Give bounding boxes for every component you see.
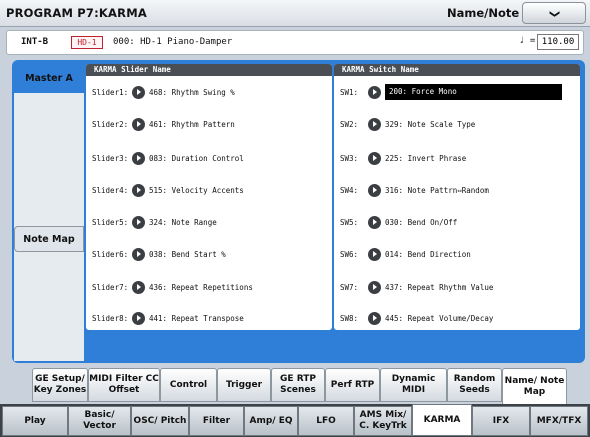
slider-label: Slider3: [92, 154, 129, 163]
program-name: 000: HD-1 Piano-Damper [113, 37, 233, 47]
slider-label: Slider2: [92, 120, 129, 129]
slider-value[interactable]: 436: Repeat Repetitions [149, 283, 253, 292]
switch-row: SW6: 014: Bend Direction [334, 246, 580, 264]
switch-row: SW5: 030: Bend On/Off [334, 214, 580, 232]
tab-amp-eq[interactable]: Amp/ EQ [244, 406, 298, 436]
tab-mfx-tfx[interactable]: MFX/TFX [530, 406, 588, 436]
tab-basic-vector[interactable]: Basic/ Vector [68, 406, 131, 436]
select-arrow-icon[interactable] [368, 118, 381, 131]
select-arrow-icon[interactable] [132, 216, 145, 229]
switch-value[interactable]: 329: Note Scale Type [385, 120, 475, 129]
slider-value[interactable]: 468: Rhythm Swing % [149, 88, 235, 97]
tab-play[interactable]: Play [2, 406, 68, 436]
slider-row: Slider8: 441: Repeat Transpose [86, 310, 332, 328]
select-arrow-icon[interactable] [368, 312, 381, 325]
slider-row: Slider4: 515: Velocity Accents [86, 182, 332, 200]
tab-name-note-map[interactable]: Name/ Note Map [502, 368, 567, 404]
slider-value[interactable]: 515: Velocity Accents [149, 186, 244, 195]
select-arrow-icon[interactable] [132, 184, 145, 197]
select-arrow-icon[interactable] [368, 281, 381, 294]
tab-master-a[interactable]: Master A [14, 66, 84, 92]
tab-ams-mix-c-keytrk[interactable]: AMS Mix/ C. KeyTrk [354, 406, 412, 436]
sub-bank-badge: HD-1 [71, 36, 103, 49]
switch-value-selected[interactable]: 200: Force Mono [385, 84, 562, 100]
tab-lfo[interactable]: LFO [298, 406, 354, 436]
tab-ifx[interactable]: IFX [472, 406, 530, 436]
slider-row: Slider1: 468: Rhythm Swing % [86, 84, 332, 102]
slider-value[interactable]: 461: Rhythm Pattern [149, 120, 235, 129]
select-arrow-icon[interactable] [132, 86, 145, 99]
switch-value[interactable]: 437: Repeat Rhythm Value [385, 283, 493, 292]
select-arrow-icon[interactable] [132, 312, 145, 325]
slider-value[interactable]: 038: Bend Start % [149, 250, 226, 259]
bank-label: INT-B [21, 37, 49, 47]
slider-label: Slider6: [92, 250, 129, 259]
switch-label: SW6: [340, 250, 359, 259]
switch-label: SW2: [340, 120, 359, 129]
tab-ge-rtp-scenes[interactable]: GE RTP Scenes [271, 368, 325, 402]
tab-trigger[interactable]: Trigger [217, 368, 271, 402]
switch-row: SW4: 316: Note Pattrn⇔Random [334, 182, 580, 200]
tab-ge-setup-key-zones[interactable]: GE Setup/ Key Zones [32, 368, 88, 402]
slider-label: Slider8: [92, 314, 129, 323]
select-arrow-icon[interactable] [132, 281, 145, 294]
switch-value[interactable]: 316: Note Pattrn⇔Random [385, 186, 489, 195]
select-arrow-icon[interactable] [368, 86, 381, 99]
switch-value[interactable]: 225: Invert Phrase [385, 154, 466, 163]
slider-row: Slider3: 083: Duration Control [86, 150, 332, 168]
slider-value[interactable]: 441: Repeat Transpose [149, 314, 244, 323]
switch-row: SW7: 437: Repeat Rhythm Value [334, 279, 580, 297]
select-arrow-icon[interactable] [132, 118, 145, 131]
slider-name-header: KARMA Slider Name [86, 64, 332, 76]
switch-name-header: KARMA Switch Name [334, 64, 580, 76]
tab-filter[interactable]: Filter [189, 406, 244, 436]
select-arrow-icon[interactable] [368, 248, 381, 261]
tab-karma[interactable]: KARMA [412, 404, 472, 436]
tab-osc-pitch[interactable]: OSC/ Pitch [131, 406, 189, 436]
select-arrow-icon[interactable] [368, 216, 381, 229]
title-bar: PROGRAM P7:KARMA Name/Note Map ❯ [0, 0, 590, 27]
slider-row: Slider6: 038: Bend Start % [86, 246, 332, 264]
select-arrow-icon[interactable] [368, 152, 381, 165]
switch-value[interactable]: 014: Bend Direction [385, 250, 471, 259]
page-menu-button[interactable]: ❯ [522, 2, 586, 24]
switch-label: SW1: [340, 88, 359, 97]
switch-row: SW1: 200: Force Mono [334, 84, 580, 102]
slider-row: Slider5: 324: Note Range [86, 214, 332, 232]
slider-label: Slider5: [92, 218, 129, 227]
tab-random-seeds[interactable]: Random Seeds [447, 368, 502, 402]
tab-perf-rtp[interactable]: Perf RTP [325, 368, 380, 402]
slider-label: Slider4: [92, 186, 129, 195]
slider-row: Slider2: 461: Rhythm Pattern [86, 116, 332, 134]
program-select-row[interactable]: INT-B HD-1 000: HD-1 Piano-Damper ♩ = 11… [6, 30, 584, 55]
tab-dynamic-midi[interactable]: Dynamic MIDI [380, 368, 447, 402]
switch-value[interactable]: 030: Bend On/Off [385, 218, 457, 227]
slider-name-panel: KARMA Slider Name Slider1: 468: Rhythm S… [86, 64, 332, 330]
switch-row: SW2: 329: Note Scale Type [334, 116, 580, 134]
tab-midi-filter-cc-offset[interactable]: MIDI Filter CC Offset [88, 368, 160, 402]
switch-label: SW5: [340, 218, 359, 227]
tempo-field[interactable]: 110.00 [537, 34, 579, 50]
select-arrow-icon[interactable] [132, 152, 145, 165]
slider-value[interactable]: 324: Note Range [149, 218, 217, 227]
switch-label: SW7: [340, 283, 359, 292]
chevron-down-icon: ❯ [548, 9, 560, 19]
page-title: PROGRAM P7:KARMA [6, 6, 147, 20]
switch-name-panel: KARMA Switch Name SW1: 200: Force Mono S… [334, 64, 580, 330]
slider-label: Slider1: [92, 88, 129, 97]
switch-row: SW8: 445: Repeat Volume/Decay [334, 310, 580, 328]
tab-note-map[interactable]: Note Map [14, 226, 84, 252]
select-arrow-icon[interactable] [132, 248, 145, 261]
slider-row: Slider7: 436: Repeat Repetitions [86, 279, 332, 297]
select-arrow-icon[interactable] [368, 184, 381, 197]
switch-value[interactable]: 445: Repeat Volume/Decay [385, 314, 493, 323]
tempo-label: ♩ = [519, 36, 536, 46]
switch-label: SW4: [340, 186, 359, 195]
switch-label: SW3: [340, 154, 359, 163]
switch-label: SW8: [340, 314, 359, 323]
tab-control[interactable]: Control [160, 368, 217, 402]
slider-value[interactable]: 083: Duration Control [149, 154, 244, 163]
switch-row: SW3: 225: Invert Phrase [334, 150, 580, 168]
slider-label: Slider7: [92, 283, 129, 292]
